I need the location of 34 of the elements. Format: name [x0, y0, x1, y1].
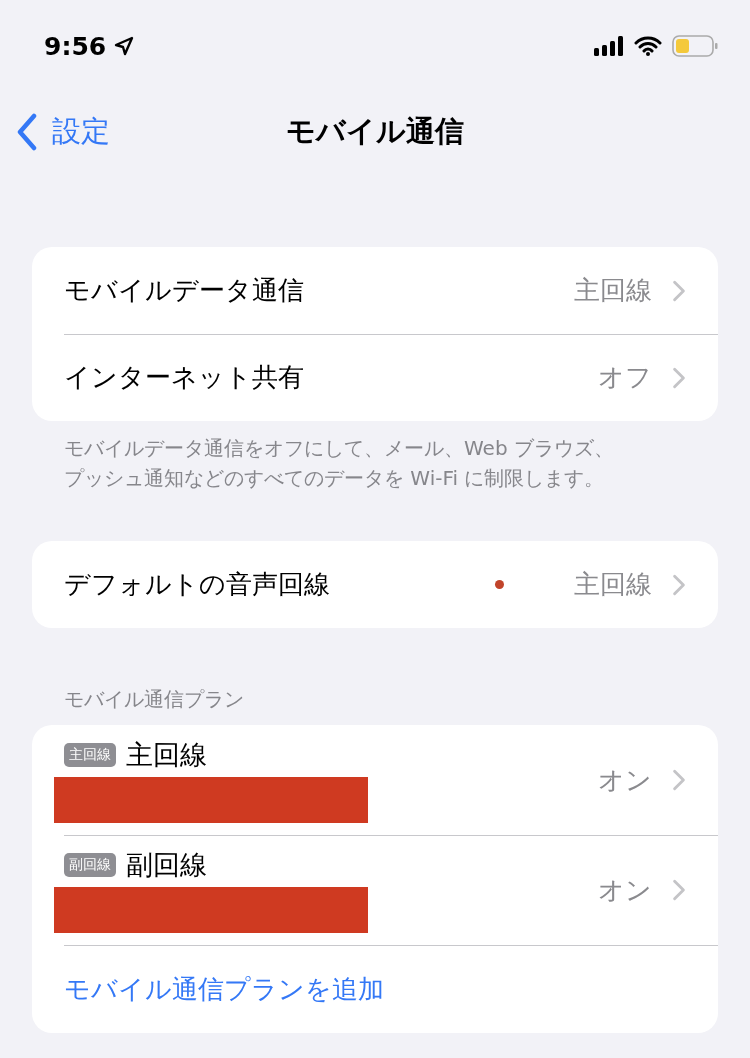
chevron-icon	[672, 279, 686, 302]
section-header: モバイル通信プラン	[63, 686, 245, 713]
back-chevron-icon	[16, 113, 38, 151]
plan-label: 副回線	[126, 848, 207, 882]
line-badge: 主回線	[64, 743, 116, 767]
dot-mark	[495, 580, 504, 589]
row-value: オン	[598, 763, 652, 797]
wifi-icon	[634, 36, 662, 56]
plan-row[interactable]: 副回線 副回線 オン	[32, 835, 718, 945]
signal-icon	[594, 35, 624, 57]
row-label: インターネット共有	[64, 361, 305, 394]
settings-row[interactable]: デフォルトの音声回線 主回線	[32, 541, 718, 628]
back-button[interactable]: 設定	[16, 112, 110, 152]
plan-label: 主回線	[126, 738, 207, 772]
settings-row[interactable]: モバイルデータ通信 主回線	[32, 247, 718, 334]
footer-note: モバイルデータ通信をオフにして、メール、Web ブラウズ、プッシュ通知などのすべてのデータを Wi-Fi に制限します。	[63, 435, 615, 492]
status-time: 9:56	[44, 31, 107, 61]
settings-row[interactable]: インターネット共有 オフ	[32, 334, 718, 421]
chevron-icon	[672, 573, 686, 596]
nav-title: モバイル通信	[286, 113, 464, 150]
battery-icon	[672, 35, 718, 57]
row-value: オン	[598, 873, 652, 907]
plan-row[interactable]: 主回線 主回線 オン	[32, 725, 718, 835]
chevron-icon	[672, 366, 686, 389]
row-label: モバイルデータ通信	[64, 274, 305, 307]
chevron-icon	[672, 769, 686, 791]
row-value: オフ	[598, 361, 652, 394]
location-arrow-icon	[114, 36, 135, 56]
chevron-icon	[672, 879, 686, 901]
line-badge: 副回線	[64, 853, 116, 877]
add-plan-link[interactable]: モバイル通信プランを追加	[64, 971, 384, 1007]
row-value: 主回線	[574, 568, 652, 601]
row-label: デフォルトの音声回線	[64, 568, 331, 601]
row-value: 主回線	[574, 274, 652, 307]
